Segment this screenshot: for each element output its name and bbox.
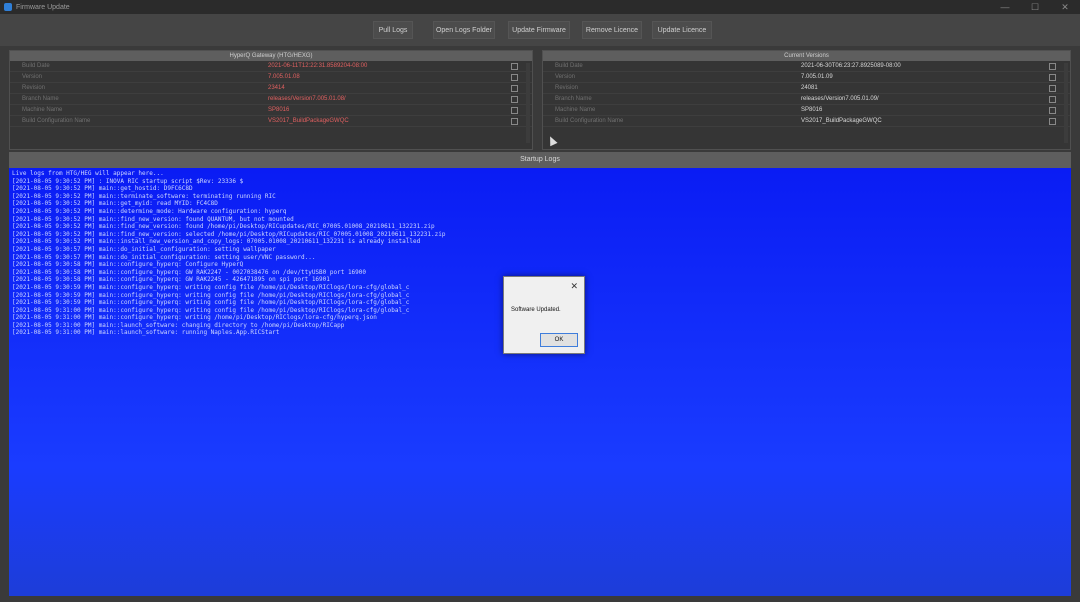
log-line: [2021-08-05 9:30:57 PM] main::do_initial…	[12, 245, 276, 253]
row-label: Revision	[22, 85, 46, 91]
info-row: Machine Name SP8016	[10, 105, 532, 116]
title-bar: Firmware Update — ☐ ✕	[0, 0, 1080, 14]
copy-checkbox[interactable]	[1049, 63, 1056, 70]
row-label: Build Date	[555, 63, 583, 69]
row-value: 2021-06-11T12:22:31.8589204-08:00	[268, 63, 368, 69]
row-label: Version	[22, 74, 43, 80]
copy-checkbox[interactable]	[1049, 85, 1056, 92]
info-row: Build Date 2021-06-11T12:22:31.8589204-08…	[10, 61, 532, 72]
row-value: 24081	[801, 85, 818, 91]
copy-checkbox[interactable]	[511, 74, 518, 81]
hyperq-gateway-panel: HyperQ Gateway (HTG/HEXG) Build Date 2021…	[9, 50, 533, 150]
row-value: SP8016	[268, 107, 290, 113]
row-label: Machine Name	[22, 107, 63, 113]
row-value: 7.005.01.09	[801, 74, 833, 80]
row-value: releases/Version7.005.01.09/	[801, 96, 879, 102]
startup-logs-header: Startup Logs	[9, 152, 1071, 168]
info-row: Version 7.005.01.09	[543, 72, 1070, 83]
log-line: Live logs from HTG/HEG will appear here.…	[12, 170, 164, 177]
info-row: Version 7.005.01.08	[10, 72, 532, 83]
log-line: [2021-08-05 9:30:52 PM] : INOVA RIC star…	[12, 177, 244, 185]
row-value: VS2017_BuildPackageGWQC	[801, 118, 882, 124]
row-label: Revision	[555, 85, 579, 91]
log-line: [2021-08-05 9:30:52 PM] main::find_new_v…	[12, 230, 446, 238]
window-controls: — ☐ ✕	[990, 0, 1080, 14]
row-label: Branch Name	[555, 96, 592, 102]
info-row: Branch Name releases/Version7.005.01.08/	[10, 94, 532, 105]
row-value: 23414	[268, 85, 285, 91]
row-value: 7.005.01.08	[268, 74, 300, 80]
copy-checkbox[interactable]	[1049, 96, 1056, 103]
update-firmware-button[interactable]: Update Firmware	[508, 21, 570, 39]
info-row: Branch Name releases/Version7.005.01.09/	[543, 94, 1070, 105]
row-label: Version	[555, 74, 576, 80]
info-row: Revision 24081	[543, 83, 1070, 94]
log-line: [2021-08-05 9:30:52 PM] main::find_new_v…	[12, 215, 294, 223]
toolbar: Pull Logs Open Logs Folder Update Firmwa…	[0, 14, 1080, 46]
close-icon[interactable]: ✕	[1050, 0, 1080, 14]
row-label: Branch Name	[22, 96, 59, 102]
dialog-message: Software Updated.	[511, 307, 561, 313]
row-label: Build Date	[22, 63, 50, 69]
log-line: [2021-08-05 9:30:57 PM] main::do_initial…	[12, 253, 316, 261]
log-line: [2021-08-05 9:30:52 PM] main::find_new_v…	[12, 223, 435, 231]
copy-checkbox[interactable]	[511, 107, 518, 114]
row-value: releases/Version7.005.01.08/	[268, 96, 346, 102]
log-line: [2021-08-05 9:30:52 PM] main::terminate_…	[12, 192, 276, 200]
copy-checkbox[interactable]	[1049, 107, 1056, 114]
window-title: Firmware Update	[16, 3, 70, 11]
row-value: 2021-06-30T06:23:27.8925089-08:00	[801, 63, 901, 69]
startup-logs-console[interactable]: Live logs from HTG/HEG will appear here.…	[9, 168, 1071, 596]
vertical-scrollbar[interactable]	[1064, 63, 1068, 143]
copy-checkbox[interactable]	[511, 85, 518, 92]
panel-title: Current Versions	[543, 51, 1070, 61]
copy-checkbox[interactable]	[511, 96, 518, 103]
log-line: [2021-08-05 9:30:58 PM] main::configure_…	[12, 261, 244, 269]
software-updated-dialog: ✕ Software Updated. OK	[503, 276, 585, 354]
copy-checkbox[interactable]	[1049, 118, 1056, 125]
current-versions-panel: Current Versions Build Date 2021-06-30T06…	[542, 50, 1071, 150]
info-row: Revision 23414	[10, 83, 532, 94]
row-label: Machine Name	[555, 107, 596, 113]
log-line: [2021-08-05 9:30:52 PM] main::determine_…	[12, 207, 287, 215]
copy-checkbox[interactable]	[511, 118, 518, 125]
row-value: VS2017_BuildPackageGWQC	[268, 118, 349, 124]
pull-logs-button[interactable]: Pull Logs	[373, 21, 413, 39]
vertical-scrollbar[interactable]	[526, 63, 530, 143]
copy-checkbox[interactable]	[511, 63, 518, 70]
info-row: Build Configuration Name VS2017_BuildPack…	[543, 116, 1070, 127]
row-label: Build Configuration Name	[555, 118, 624, 124]
copy-checkbox[interactable]	[1049, 74, 1056, 81]
row-label: Build Configuration Name	[22, 118, 91, 124]
log-line: [2021-08-05 9:30:52 PM] main::get_myid: …	[12, 200, 218, 208]
log-line: [2021-08-05 9:30:52 PM] main::get_hostid…	[12, 185, 193, 193]
maximize-icon[interactable]: ☐	[1020, 0, 1050, 14]
minimize-icon[interactable]: —	[990, 0, 1020, 14]
dialog-close-icon[interactable]: ✕	[570, 281, 578, 292]
update-licence-button[interactable]: Update Licence	[652, 21, 712, 39]
panel-title: HyperQ Gateway (HTG/HEXG)	[10, 51, 532, 61]
info-row: Build Configuration Name VS2017_BuildPack…	[10, 116, 532, 127]
log-line: [2021-08-05 9:30:52 PM] main::install_ne…	[12, 238, 421, 246]
info-row: Build Date 2021-06-30T06:23:27.8925089-08…	[543, 61, 1070, 72]
info-row: Machine Name SP8016	[543, 105, 1070, 116]
app-icon	[4, 3, 12, 11]
open-logs-folder-button[interactable]: Open Logs Folder	[433, 21, 495, 39]
ok-button[interactable]: OK	[540, 333, 578, 347]
row-value: SP8016	[801, 107, 823, 113]
remove-licence-button[interactable]: Remove Licence	[582, 21, 642, 39]
